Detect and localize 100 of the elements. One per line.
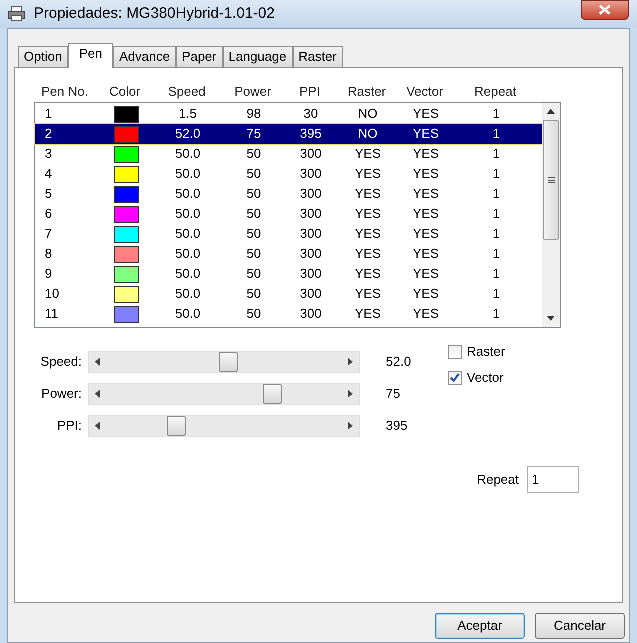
table-cell-text: 50 xyxy=(246,185,262,204)
table-cell-text: 6 xyxy=(44,205,54,224)
tab[interactable]: Raster xyxy=(292,46,343,67)
slider-label: PPI: xyxy=(56,417,83,436)
repeat-field[interactable]: 1 xyxy=(527,466,579,493)
table-cell-text: YES xyxy=(412,305,440,324)
table-cell-text: 50.0 xyxy=(174,145,202,164)
table-cell-text: 300 xyxy=(299,145,323,164)
table-cell-text: 50 xyxy=(246,165,262,184)
dialog-button[interactable]: Aceptar xyxy=(435,613,525,639)
pen-row[interactable]: 10 50.0 50 300 YES YES 1 xyxy=(35,284,542,304)
pen-row[interactable]: 2 52.0 75 395 NO YES 1 xyxy=(35,124,542,144)
table-cell-text: YES xyxy=(412,205,440,224)
column-header: Speed xyxy=(167,83,207,102)
table-cell-text: YES xyxy=(354,265,382,284)
slider-label: Power: xyxy=(40,385,83,404)
slider-value: 52.0 xyxy=(386,353,412,372)
table-cell-text: YES xyxy=(412,225,440,244)
table-cell-text: YES xyxy=(412,125,440,144)
table-cell-text: YES xyxy=(354,145,382,164)
table-cell-text: 5 xyxy=(44,185,54,204)
table-cell-text: 2 xyxy=(44,125,54,144)
table-cell-text: 1 xyxy=(44,105,54,124)
table-cell-text: 50 xyxy=(246,305,262,324)
checkbox-label: Raster xyxy=(467,343,506,362)
table-cell-text: 50 xyxy=(246,145,262,164)
table-cell-text: 50 xyxy=(246,285,262,304)
table-cell-text: 75 xyxy=(246,125,262,144)
table-cell-text: 1 xyxy=(492,305,502,324)
table-cell-text: 30 xyxy=(302,105,320,124)
table-cell-text: YES xyxy=(412,245,440,264)
table-cell-text: 50.0 xyxy=(174,225,202,244)
dialog-button[interactable]: Cancelar xyxy=(535,613,625,639)
table-cell-text: 1 xyxy=(492,105,502,124)
table-cell-text: 300 xyxy=(299,205,323,224)
tab[interactable]: Language xyxy=(222,46,293,67)
pen-row[interactable]: 11 50.0 50 300 YES YES 1 xyxy=(35,304,542,324)
table-cell-text: YES xyxy=(412,265,440,284)
table-cell-text: 50 xyxy=(246,265,262,284)
table-cell-text: 50.0 xyxy=(174,185,202,204)
table-cell-text: 1 xyxy=(492,125,502,144)
table-cell-text: 50.0 xyxy=(174,285,202,304)
table-cell-text: YES xyxy=(412,285,440,304)
table-cell-text: YES xyxy=(354,225,382,244)
table-cell-text: 395 xyxy=(299,125,323,144)
table-cell-text: 3 xyxy=(44,145,54,164)
table-cell-text: 11 xyxy=(44,305,60,324)
window-title: Propiedades: MG380Hybrid-1.01-02 xyxy=(34,4,275,24)
table-cell-text: 1 xyxy=(492,245,502,264)
column-header: Color xyxy=(108,83,142,102)
checkbox-label: Vector xyxy=(467,369,504,388)
table-cell-text: 1.5 xyxy=(178,105,198,124)
table-cell-text: YES xyxy=(354,165,382,184)
table-cell-text: YES xyxy=(412,105,440,124)
table-cell-text: 50.0 xyxy=(174,265,202,284)
table-cell-text: 1 xyxy=(492,205,502,224)
table-cell-text: YES xyxy=(354,185,382,204)
tab[interactable]: Option xyxy=(18,46,68,67)
table-cell-text: YES xyxy=(412,145,440,164)
table-cell-text: 300 xyxy=(299,285,323,304)
table-cell-text: 50 xyxy=(246,225,262,244)
table-cell-text: 4 xyxy=(44,165,54,184)
slider-value: 395 xyxy=(386,417,409,436)
tab[interactable]: Paper xyxy=(176,46,223,67)
tab[interactable]: Pen xyxy=(68,43,114,68)
table-cell-text: 1 xyxy=(492,265,502,284)
table-cell-text: 9 xyxy=(44,265,54,284)
table-cell-text: 50 xyxy=(246,245,262,264)
pen-row[interactable]: 5 50.0 50 300 YES YES 1 xyxy=(35,184,542,204)
table-cell-text: 98 xyxy=(246,105,262,124)
table-cell-text: 7 xyxy=(44,225,54,244)
table-cell-text: 52.0 xyxy=(174,125,202,144)
pen-row[interactable]: 9 50.0 50 300 YES YES 1 xyxy=(35,264,542,284)
table-cell-text: 50.0 xyxy=(174,205,202,224)
column-header: Raster xyxy=(346,83,388,102)
pen-row[interactable]: 6 50.0 50 300 YES YES 1 xyxy=(35,204,542,224)
pen-row[interactable]: 1 1.5 98 30 NO YES 1 xyxy=(35,104,542,124)
table-cell-text: 1 xyxy=(492,225,502,244)
pen-row[interactable]: 7 50.0 50 300 YES YES 1 xyxy=(35,224,542,244)
column-header: PPI xyxy=(298,83,322,102)
table-cell-text: YES xyxy=(354,285,382,304)
pen-row[interactable]: 3 50.0 50 300 YES YES 1 xyxy=(35,144,542,164)
table-cell-text: 300 xyxy=(299,225,323,244)
column-header: Power xyxy=(234,83,272,102)
table-cell-text: NO xyxy=(357,105,379,124)
table-cell-text: 50 xyxy=(246,205,262,224)
table-cell-text: YES xyxy=(354,245,382,264)
tab[interactable]: Advance xyxy=(113,46,176,67)
table-cell-text: 300 xyxy=(299,185,323,204)
table-cell-text: YES xyxy=(354,305,382,324)
table-cell-text: 50.0 xyxy=(174,165,202,184)
table-cell-text: 10 xyxy=(44,285,60,304)
pen-row[interactable]: 8 50.0 50 300 YES YES 1 xyxy=(35,244,542,264)
table-cell-text: 300 xyxy=(299,265,323,284)
table-cell-text: 1 xyxy=(492,285,502,304)
table-cell-text: 300 xyxy=(299,305,323,324)
column-header: Pen No. xyxy=(40,83,90,102)
pen-row[interactable]: 4 50.0 50 300 YES YES 1 xyxy=(35,164,542,184)
table-cell-text: 1 xyxy=(492,165,502,184)
column-header: Repeat xyxy=(474,83,518,102)
